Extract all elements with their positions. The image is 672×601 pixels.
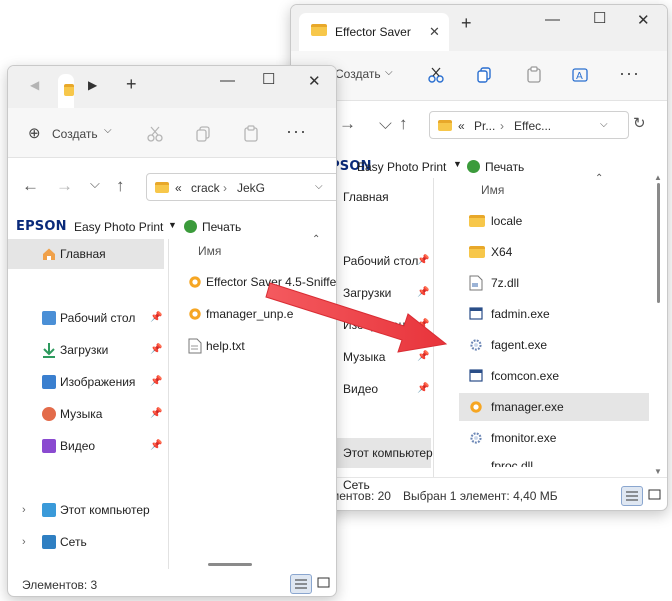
red-arrow-annotation: [265, 282, 448, 353]
arrow-shape: [265, 282, 448, 353]
